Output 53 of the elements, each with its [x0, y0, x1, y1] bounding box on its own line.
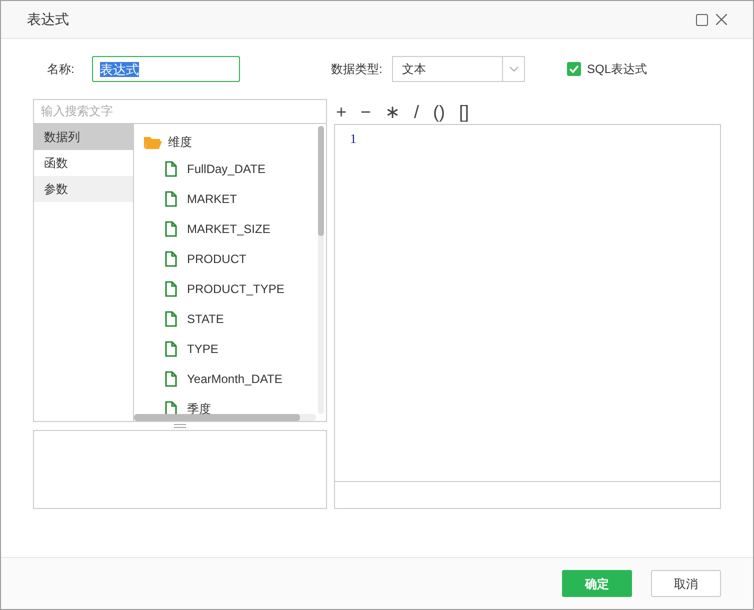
- sql-checkbox[interactable]: [567, 62, 581, 76]
- tree-item[interactable]: MARKET: [144, 184, 326, 214]
- operator-button[interactable]: /: [414, 102, 420, 120]
- category-item[interactable]: 函数: [34, 150, 133, 176]
- field-label: MARKET_SIZE: [187, 220, 270, 238]
- folder-label: 维度: [168, 134, 192, 151]
- tree-item[interactable]: FullDay_DATE: [144, 154, 326, 184]
- tree-folder[interactable]: 维度: [144, 130, 326, 154]
- tree-item[interactable]: STATE: [144, 304, 326, 334]
- line-number: 1: [350, 130, 358, 148]
- field-label: YearMonth_DATE: [187, 370, 282, 388]
- operator-button[interactable]: (): [433, 102, 446, 120]
- field-label: STATE: [187, 310, 224, 328]
- tree-item[interactable]: PRODUCT: [144, 244, 326, 274]
- operator-button[interactable]: +: [336, 102, 347, 120]
- file-icon: [165, 280, 177, 297]
- field-label: 季度: [187, 400, 211, 418]
- category-item[interactable]: 参数: [34, 176, 133, 202]
- operator-button[interactable]: −: [360, 102, 372, 120]
- file-icon: [165, 220, 177, 237]
- sql-label: SQL表达式: [587, 61, 648, 78]
- file-icon: [165, 190, 177, 207]
- file-icon: [165, 340, 177, 357]
- chevron-down-icon: [508, 66, 518, 72]
- name-field[interactable]: 表达式: [92, 56, 240, 82]
- field-label: PRODUCT: [187, 250, 246, 268]
- operator-button[interactable]: ∗: [385, 102, 400, 120]
- window-title: 表达式: [27, 10, 70, 29]
- field-label: PRODUCT_TYPE: [187, 280, 284, 298]
- tree-item[interactable]: PRODUCT_TYPE: [144, 274, 326, 304]
- data-type-select[interactable]: 文本: [392, 56, 525, 82]
- category-item[interactable]: 数据列: [34, 124, 133, 150]
- expression-editor[interactable]: 1: [334, 124, 721, 509]
- tree-item[interactable]: TYPE: [144, 334, 326, 364]
- field-label: MARKET: [187, 190, 238, 208]
- file-icon: [165, 250, 177, 267]
- folder-icon: [144, 134, 162, 149]
- name-label: 名称:: [47, 61, 76, 78]
- resize-handle-icon[interactable]: [174, 424, 186, 428]
- cancel-button[interactable]: 取消: [651, 570, 721, 597]
- field-label: FullDay_DATE: [187, 160, 266, 178]
- tree-item[interactable]: YearMonth_DATE: [144, 364, 326, 394]
- file-icon: [165, 370, 177, 387]
- field-label: TYPE: [187, 340, 218, 358]
- operator-button[interactable]: []: [459, 102, 470, 120]
- close-icon[interactable]: [716, 14, 727, 25]
- file-icon: [165, 310, 177, 327]
- tree-item[interactable]: MARKET_SIZE: [144, 214, 326, 244]
- file-icon: [165, 160, 177, 177]
- maximize-icon[interactable]: [696, 14, 708, 26]
- horizontal-scrollbar[interactable]: [134, 414, 316, 421]
- data-type-label: 数据类型:: [331, 61, 384, 78]
- vertical-scrollbar[interactable]: [318, 126, 324, 414]
